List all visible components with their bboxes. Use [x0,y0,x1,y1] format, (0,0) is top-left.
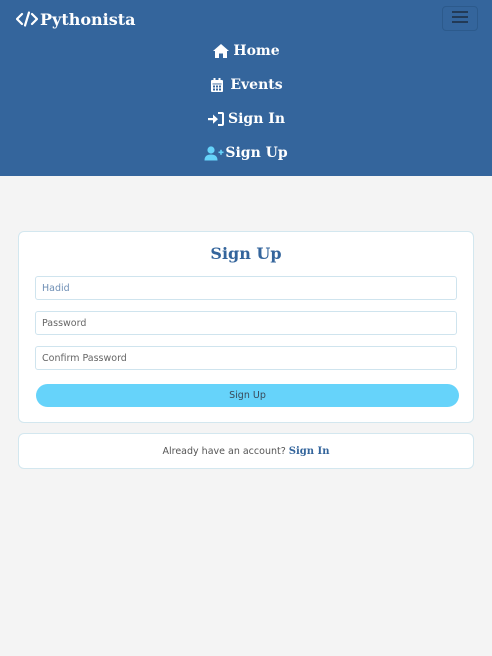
menu-toggle-button[interactable] [442,6,478,31]
home-icon [212,43,230,59]
sign-up-button[interactable]: Sign Up [36,384,459,407]
nav-link-label: Sign Up [225,145,288,161]
hamburger-menu-icon [452,11,468,26]
nav-links: Home Events Sign In Sign Up [0,34,492,170]
signup-title: Sign Up [210,244,282,263]
nav-link-home[interactable]: Home [0,34,492,68]
confirm-password-field[interactable] [35,346,457,370]
nav-link-events[interactable]: Events [0,68,492,102]
nav-link-label: Events [230,77,283,93]
user-plus-icon [204,145,224,161]
signin-prompt-text: Already have an account? [162,445,286,457]
nav-link-sign-in[interactable]: Sign In [0,102,492,136]
signup-card: Sign Up Sign Up [18,231,474,423]
brand-link[interactable]: Pythonista [15,8,136,30]
nav-link-label: Home [233,43,280,59]
nav-link-sign-up[interactable]: Sign Up [0,136,492,170]
sign-in-icon [207,111,225,127]
navbar: Pythonista Home Events Sign In Sign Up [0,0,492,176]
nav-link-label: Sign In [228,111,285,127]
brand-label: Pythonista [40,9,136,29]
username-field[interactable] [35,276,457,300]
code-icon [15,11,39,27]
calendar-icon [209,77,227,93]
sign-in-link[interactable]: Sign In [289,446,330,457]
password-field[interactable] [35,311,457,335]
signin-prompt-card: Already have an account? Sign In [18,433,474,469]
